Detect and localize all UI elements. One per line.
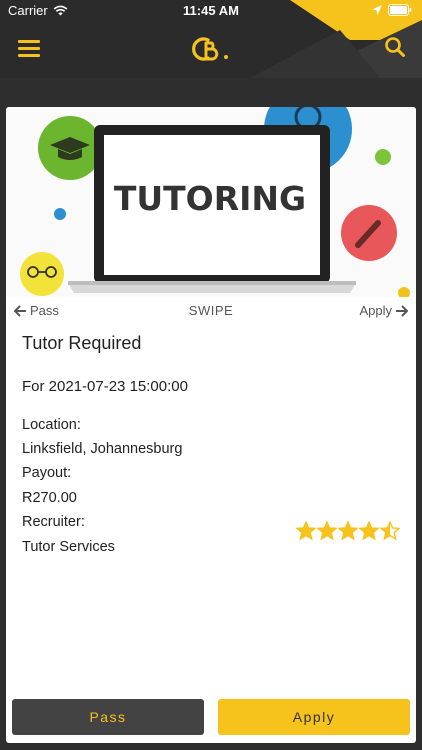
pass-button[interactable]: Pass — [12, 699, 204, 735]
status-bar: Carrier 11:45 AM — [0, 0, 422, 22]
job-title: Tutor Required — [22, 333, 142, 353]
arrow-right-icon — [396, 304, 408, 317]
location-value: Linksfield, Johannesburg — [22, 441, 183, 457]
location-arrow-icon — [372, 5, 382, 15]
payout-label: Payout: — [22, 465, 72, 481]
recruiter-value: Tutor Services — [22, 539, 115, 555]
status-time: 11:45 AM — [183, 3, 239, 18]
tutoring-banner-image: TUTORING — [6, 107, 416, 297]
banner-text: TUTORING — [114, 179, 306, 218]
payout-value: R270.00 — [22, 490, 77, 506]
swipe-hint-row: Pass SWIPE Apply — [6, 303, 416, 321]
swipe-apply-label: Apply — [359, 303, 392, 318]
app-logo — [192, 37, 228, 61]
hamburger-icon — [18, 40, 40, 43]
job-date: For 2021-07-23 15:00:00 — [22, 378, 188, 395]
swipe-label: SWIPE — [188, 303, 234, 318]
star-icon — [338, 521, 358, 541]
location-label: Location: — [22, 417, 81, 433]
star-icon — [317, 521, 337, 541]
star-icon — [359, 521, 379, 541]
search-icon[interactable] — [384, 36, 406, 58]
swipe-apply-link[interactable]: Apply — [359, 303, 408, 318]
battery-icon — [388, 4, 412, 16]
star-icon — [380, 521, 400, 541]
recruiter-rating — [296, 521, 400, 541]
app-header: Carrier 11:45 AM — [0, 0, 422, 78]
recruiter-label: Recruiter: — [22, 514, 85, 530]
menu-button[interactable] — [18, 40, 40, 58]
apply-button[interactable]: Apply — [218, 699, 410, 735]
star-icon — [296, 521, 316, 541]
job-card[interactable]: TUTORING Pass SWIPE Apply Tutor Required… — [6, 107, 416, 743]
